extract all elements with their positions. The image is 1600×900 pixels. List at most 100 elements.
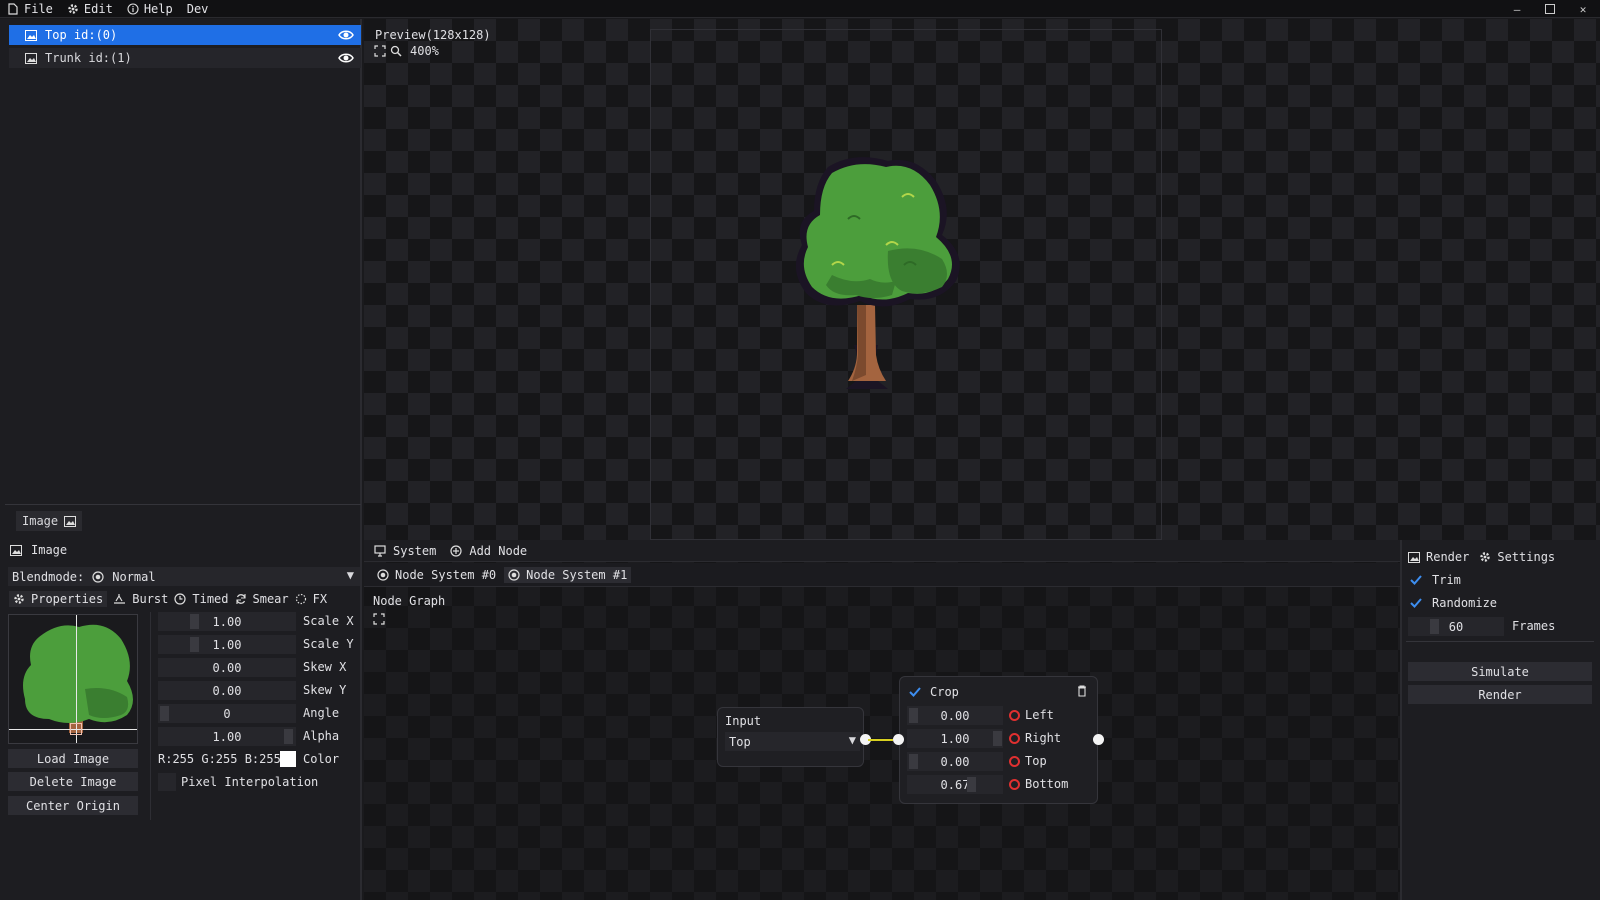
render-panel [1400, 540, 1600, 900]
add-node-button[interactable]: Add Node [450, 544, 527, 558]
crop-node-output-port[interactable] [1093, 734, 1104, 745]
menu-dev[interactable]: Dev [180, 0, 216, 18]
eye-icon[interactable] [338, 51, 354, 65]
randomize-row[interactable]: Randomize [1410, 596, 1497, 610]
tab-timed[interactable]: Timed [174, 592, 229, 606]
close-button[interactable]: ✕ [1566, 0, 1600, 18]
tab-render[interactable]: Render [1408, 550, 1469, 564]
slider-grab[interactable] [284, 729, 293, 744]
tab-label: Burst [132, 592, 169, 606]
layer-item-trunk[interactable]: Trunk id:(1) [9, 48, 361, 68]
chevron-down-icon: ▼ [346, 568, 354, 582]
crop-right-input[interactable]: 1.00 [907, 729, 1003, 748]
pixel-interp-checkbox[interactable] [158, 773, 176, 791]
slider-grab[interactable] [1430, 619, 1439, 634]
checkmark-icon[interactable] [1410, 574, 1422, 586]
red-circle-icon[interactable] [1009, 756, 1020, 767]
tab-smear[interactable]: Smear [235, 592, 289, 606]
input-node[interactable]: Input Top ▼ [717, 707, 864, 767]
prop-value: 0 [223, 706, 231, 721]
delete-image-button[interactable]: Delete Image [8, 772, 138, 791]
image-icon [64, 515, 77, 527]
randomize-label: Randomize [1432, 596, 1498, 610]
tree-sprite [795, 157, 960, 389]
slider-grab[interactable] [190, 614, 199, 629]
render-button[interactable]: Render [1408, 685, 1592, 704]
blendmode-select[interactable]: Blendmode: Normal ▼ [8, 567, 360, 586]
slider-grab[interactable] [993, 731, 1002, 746]
fit-icon[interactable] [374, 45, 386, 57]
preview-canvas[interactable]: Preview(128x128) 400% [364, 19, 1600, 540]
crop-top-input[interactable]: 0.00 [907, 752, 1003, 771]
slider-grab[interactable] [909, 754, 918, 769]
crop-bottom-input[interactable]: 0.67 [907, 775, 1003, 794]
origin-handle[interactable] [70, 723, 82, 735]
prop-scale-x-input[interactable]: 1.00 [158, 612, 296, 631]
prop-scale-y-input[interactable]: 1.00 [158, 635, 296, 654]
slider-grab[interactable] [190, 637, 199, 652]
layers-panel [0, 19, 362, 540]
prop-value: 0.00 [212, 683, 242, 698]
prop-angle-input[interactable]: 0 [158, 704, 296, 723]
simulate-button[interactable]: Simulate [1408, 662, 1592, 681]
image-icon [25, 52, 37, 64]
red-circle-icon[interactable] [1009, 779, 1020, 790]
tab-settings[interactable]: Settings [1479, 550, 1555, 564]
trash-icon[interactable] [1077, 685, 1087, 697]
trim-row[interactable]: Trim [1410, 573, 1461, 587]
prop-label: Scale Y [303, 637, 354, 651]
minimize-button[interactable]: – [1500, 0, 1534, 18]
crop-left-input[interactable]: 0.00 [907, 706, 1003, 725]
red-circle-icon[interactable] [1009, 733, 1020, 744]
tab-node-system-0[interactable]: Node System #0 [373, 567, 500, 583]
blendmode-label: Blendmode: [12, 569, 85, 584]
divider [5, 504, 361, 505]
menu-help[interactable]: Help [120, 0, 180, 18]
color-swatch[interactable] [280, 751, 296, 767]
node-graph-title: Node Graph [373, 594, 446, 608]
crop-label: Top [1025, 754, 1047, 768]
checkmark-icon[interactable] [1410, 597, 1422, 609]
prop-alpha-input[interactable]: 1.00 [158, 727, 296, 746]
checkmark-icon[interactable] [909, 686, 921, 698]
input-node-value: Top [729, 734, 751, 749]
tab-properties[interactable]: Properties [9, 591, 108, 607]
slider-grab[interactable] [967, 777, 976, 792]
prop-label: Skew X [303, 660, 347, 674]
plus-circle-icon [450, 544, 462, 557]
preview-title: Preview(128x128) [375, 28, 491, 42]
tab-burst[interactable]: Burst [113, 592, 168, 606]
slider-grab[interactable] [160, 706, 169, 721]
maximize-button[interactable] [1533, 0, 1567, 18]
tab-image[interactable]: Image [16, 511, 83, 531]
image-thumbnail[interactable] [8, 614, 138, 744]
chevron-down-icon: ▼ [848, 733, 856, 747]
input-node-select[interactable]: Top ▼ [725, 732, 860, 751]
crop-node-input-port[interactable] [893, 734, 904, 745]
add-node-label: Add Node [469, 543, 528, 558]
system-menu[interactable]: System [374, 544, 436, 558]
red-circle-icon[interactable] [1009, 710, 1020, 721]
prop-value: 1.00 [212, 614, 242, 629]
refresh-icon [235, 594, 246, 604]
layer-item-top[interactable]: Top id:(0) [9, 25, 361, 45]
prop-skew-x-input[interactable]: 0.00 [158, 658, 296, 677]
fit-icon[interactable] [373, 613, 385, 625]
tab-node-system-1[interactable]: Node System #1 [504, 566, 632, 583]
frames-input[interactable]: 60 [1408, 617, 1504, 636]
tab-fx[interactable]: FX [295, 592, 327, 606]
menu-file[interactable]: File [0, 0, 60, 18]
load-image-button[interactable]: Load Image [8, 749, 138, 768]
prop-skew-y-input[interactable]: 0.00 [158, 681, 296, 700]
eye-icon[interactable] [338, 28, 354, 42]
render-tabs: Render Settings [1408, 550, 1555, 564]
layer-label: Trunk id:(1) [45, 51, 132, 65]
monitor-icon [374, 544, 386, 557]
menu-edit[interactable]: Edit [60, 0, 120, 18]
prop-value: 0.00 [212, 660, 242, 675]
slider-grab[interactable] [909, 708, 918, 723]
center-origin-button[interactable]: Center Origin [8, 796, 138, 815]
tab-label: Properties [31, 592, 104, 606]
gear-icon [14, 594, 24, 604]
node-graph-canvas[interactable] [364, 540, 1400, 900]
